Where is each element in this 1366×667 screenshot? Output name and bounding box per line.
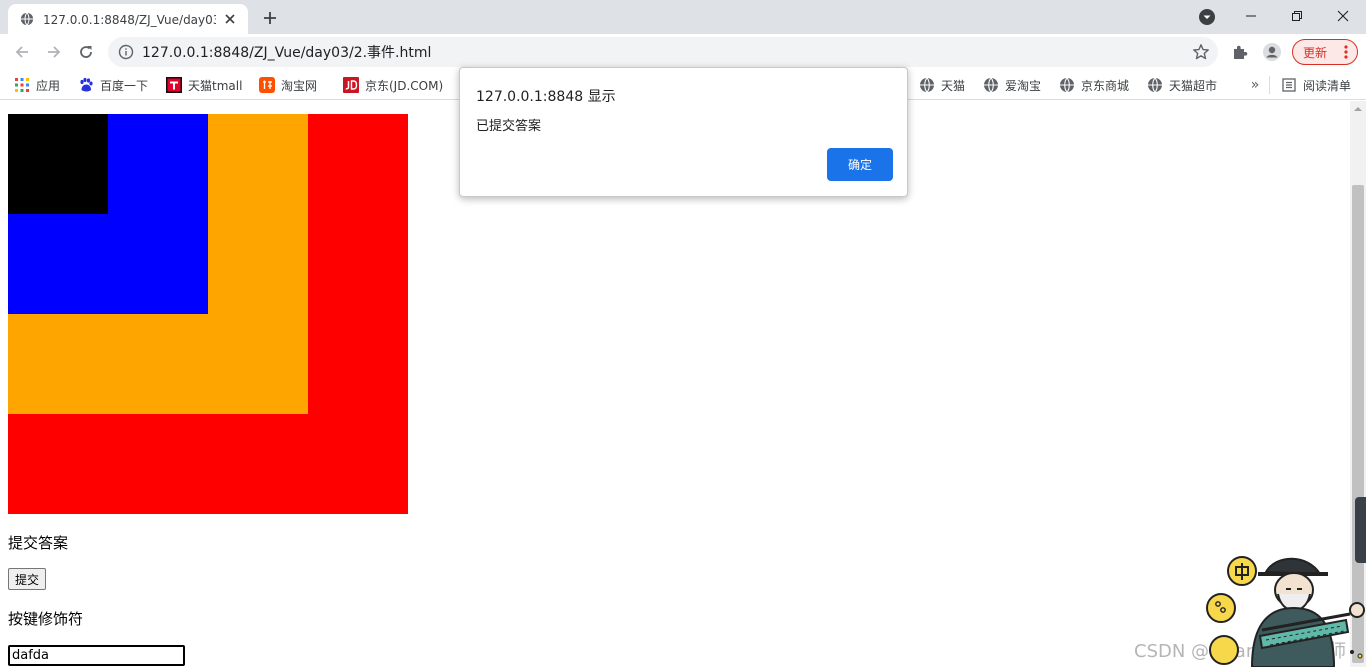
tab-close-icon[interactable] (222, 11, 238, 27)
reading-list-button[interactable]: 阅读清单 (1281, 76, 1351, 94)
tab-title: 127.0.0.1:8848/ZJ_Vue/day03/2.事件.html (43, 12, 216, 27)
bookmark-label: 应用 (36, 78, 61, 93)
jd-icon (343, 77, 359, 93)
taobao-icon (259, 77, 275, 93)
bookmark-label: 百度一下 (100, 78, 149, 93)
close-icon (1337, 10, 1349, 22)
account-icon[interactable] (1262, 42, 1282, 62)
plus-icon (264, 12, 276, 24)
bookmarks-divider (1269, 76, 1270, 94)
tab-search-icon[interactable] (1198, 8, 1216, 26)
arrow-right-icon (48, 46, 61, 58)
key-modifier-input[interactable] (8, 645, 185, 666)
scroll-up-icon[interactable] (1354, 105, 1362, 113)
restore-button[interactable] (1274, 0, 1320, 32)
forward-button[interactable] (40, 38, 68, 66)
url-text: 127.0.0.1:8848/ZJ_Vue/day03/2.事件.html (142, 45, 432, 61)
puzzle-icon[interactable] (1231, 43, 1249, 61)
bookmark-label: 京东商城 (1081, 78, 1130, 93)
bookmark-tmall[interactable]: 天猫tmall (166, 76, 242, 94)
minimize-icon (1246, 15, 1256, 17)
more-vertical-icon (1344, 45, 1348, 59)
reading-list-label: 阅读清单 (1303, 78, 1352, 93)
restore-icon (1292, 11, 1302, 21)
bookmark-star-icon[interactable] (1192, 43, 1210, 61)
baidu-paw-icon (80, 77, 93, 92)
alert-dialog: 127.0.0.1:8848 显示 已提交答案 确定 (459, 67, 908, 197)
dialog-message: 已提交答案 (476, 119, 542, 134)
bookmark-baidu[interactable]: 百度一下 (78, 76, 148, 94)
modifier-heading: 按键修饰符 (8, 610, 84, 628)
bookmarks-overflow-button[interactable]: » (1246, 76, 1264, 94)
new-tab-button[interactable] (258, 6, 282, 30)
globe-icon (1148, 77, 1162, 93)
bookmark-jd-mall[interactable]: 京东商城 (1059, 76, 1129, 94)
apps-grid-icon (15, 78, 29, 92)
bookmark-label: 爱淘宝 (1005, 78, 1042, 93)
bookmark-taobao[interactable]: 淘宝网 (259, 76, 317, 94)
submit-button[interactable]: 提交 (8, 568, 47, 590)
globe-icon (1060, 77, 1074, 93)
info-icon[interactable] (118, 44, 134, 60)
bookmark-label: 天猫 (941, 78, 966, 93)
mascot-illustration-icon (1206, 556, 1365, 667)
reload-icon (80, 46, 92, 58)
globe-icon (984, 77, 998, 93)
bookmark-label: 京东(JD.COM) (365, 78, 444, 93)
reading-list-icon (1282, 78, 1296, 92)
address-bar[interactable]: 127.0.0.1:8848/ZJ_Vue/day03/2.事件.html (108, 37, 1218, 67)
back-button[interactable] (8, 38, 36, 66)
bookmark-tmall-supermarket[interactable]: 天猫超市 (1147, 76, 1217, 94)
submit-heading: 提交答案 (8, 534, 69, 552)
update-label: 更新 (1303, 45, 1328, 60)
browser-tab[interactable]: 127.0.0.1:8848/ZJ_Vue/day03/2.事件.html (8, 4, 248, 34)
bookmark-label: 淘宝网 (281, 78, 318, 93)
browser-toolbar: 127.0.0.1:8848/ZJ_Vue/day03/2.事件.html (0, 34, 1366, 70)
inner-black-box[interactable] (8, 114, 108, 214)
dialog-ok-button[interactable]: 确定 (827, 148, 893, 181)
bookmark-tianmao[interactable]: 天猫 (919, 76, 965, 94)
dialog-title: 127.0.0.1:8848 显示 (476, 89, 616, 105)
update-button[interactable]: 更新 (1292, 39, 1358, 65)
tab-strip: 127.0.0.1:8848/ZJ_Vue/day03/2.事件.html (0, 0, 1366, 34)
bookmark-label: 天猫tmall (188, 78, 243, 93)
bookmark-label: 天猫超市 (1169, 78, 1218, 93)
close-window-button[interactable] (1320, 0, 1366, 32)
tmall-icon (166, 77, 182, 93)
minimize-button[interactable] (1228, 0, 1274, 32)
arrow-left-icon (15, 46, 28, 58)
bookmark-aitaobao[interactable]: 爱淘宝 (983, 76, 1041, 94)
globe-icon (20, 12, 34, 26)
globe-icon (920, 77, 934, 93)
bookmark-apps[interactable]: 应用 (14, 76, 60, 94)
bookmark-jd[interactable]: 京东(JD.COM) (343, 76, 443, 94)
reload-button[interactable] (72, 38, 100, 66)
